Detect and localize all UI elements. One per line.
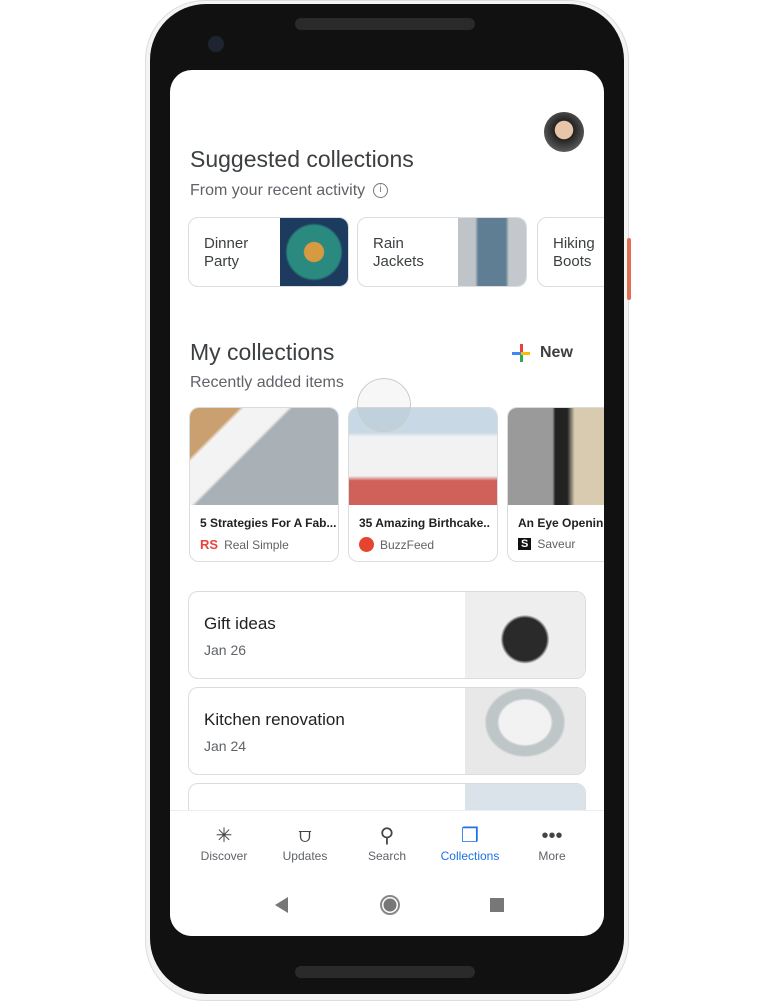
chip-label: Hiking Boots bbox=[553, 235, 595, 270]
nav-more[interactable]: ••• More bbox=[512, 823, 592, 863]
touch-indicator bbox=[357, 378, 411, 432]
bottom-nav: ✳ Discover ⩌ Updates ⚲ Search ❒ Collections … bbox=[170, 810, 604, 936]
nav-collections[interactable]: ❒ Collections bbox=[430, 823, 510, 863]
new-collection-button[interactable]: New bbox=[512, 344, 573, 362]
home-button[interactable] bbox=[380, 895, 400, 915]
recent-item-card[interactable]: 35 Amazing Birthcake.. BuzzFeed bbox=[348, 407, 498, 562]
item-image bbox=[508, 408, 604, 505]
nav-search[interactable]: ⚲ Search bbox=[347, 823, 427, 863]
item-source: BuzzFeed bbox=[359, 537, 434, 552]
nav-label: Updates bbox=[282, 849, 328, 863]
source-name: BuzzFeed bbox=[380, 537, 435, 552]
saveur-logo: S bbox=[518, 538, 532, 550]
chip-hiking-boots[interactable]: Hiking Boots bbox=[537, 217, 604, 287]
collection-title: Gift ideas bbox=[204, 614, 276, 633]
nav-label: Discover bbox=[200, 849, 248, 863]
info-icon[interactable]: i bbox=[373, 183, 389, 199]
top-speaker bbox=[295, 18, 475, 30]
item-image bbox=[190, 408, 338, 505]
real-simple-logo: RS bbox=[200, 537, 219, 552]
collection-gift-ideas[interactable]: Gift ideas Jan 26 bbox=[188, 591, 586, 679]
nav-label: Collections bbox=[440, 849, 500, 863]
suggested-title: Suggested collections bbox=[190, 146, 414, 172]
collections-icon: ❒ bbox=[461, 825, 479, 847]
recent-item-card[interactable]: An Eye Openin S Saveur bbox=[507, 407, 604, 562]
item-title: 5 Strategies For A Fab... bbox=[200, 516, 337, 530]
nav-label: Search bbox=[367, 849, 407, 863]
app-screen: Suggested collections From your recent a… bbox=[170, 70, 604, 936]
back-button[interactable] bbox=[275, 897, 288, 913]
source-name: Real Simple bbox=[224, 537, 289, 552]
bottom-speaker bbox=[295, 966, 475, 978]
suggested-subtitle: From your recent activity i bbox=[190, 182, 389, 200]
asterisk-icon: ✳ bbox=[215, 825, 233, 847]
my-subtitle: Recently added items bbox=[190, 374, 344, 391]
subtitle-text: From your recent activity bbox=[190, 182, 366, 199]
chip-dinner-party[interactable]: Dinner Party bbox=[188, 217, 349, 287]
my-collections-title: My collections bbox=[190, 339, 335, 365]
nav-updates[interactable]: ⩌ Updates bbox=[265, 823, 345, 863]
power-button[interactable] bbox=[627, 238, 631, 300]
collection-kitchen-renovation[interactable]: Kitchen renovation Jan 24 bbox=[188, 687, 586, 775]
item-source: RS Real Simple bbox=[200, 537, 289, 552]
new-label: New bbox=[540, 344, 573, 361]
plus-icon bbox=[512, 344, 530, 362]
user-avatar[interactable] bbox=[544, 112, 584, 152]
chip-label: Rain Jackets bbox=[373, 235, 424, 270]
more-icon: ••• bbox=[541, 825, 563, 847]
nav-discover[interactable]: ✳ Discover bbox=[184, 823, 264, 863]
buzzfeed-logo bbox=[359, 537, 374, 552]
front-camera bbox=[208, 36, 224, 52]
chip-image bbox=[458, 218, 526, 286]
chip-label: Dinner Party bbox=[204, 235, 249, 270]
collection-date: Jan 24 bbox=[204, 738, 247, 754]
item-source: S Saveur bbox=[518, 537, 575, 551]
collection-title: Kitchen renovation bbox=[204, 710, 345, 729]
nav-label: More bbox=[538, 849, 566, 863]
chip-image bbox=[280, 218, 348, 286]
collection-date: Jan 26 bbox=[204, 642, 247, 658]
item-title: 35 Amazing Birthcake.. bbox=[359, 516, 490, 530]
collection-image bbox=[465, 688, 585, 774]
source-name: Saveur bbox=[537, 537, 576, 551]
updates-icon: ⩌ bbox=[298, 825, 312, 847]
collection-image bbox=[465, 592, 585, 678]
item-title: An Eye Openin bbox=[518, 516, 604, 530]
chip-rain-jackets[interactable]: Rain Jackets bbox=[357, 217, 527, 287]
recent-item-card[interactable]: 5 Strategies For A Fab... RS Real Simple bbox=[189, 407, 339, 562]
search-icon: ⚲ bbox=[379, 825, 395, 847]
recents-button[interactable] bbox=[490, 898, 504, 912]
